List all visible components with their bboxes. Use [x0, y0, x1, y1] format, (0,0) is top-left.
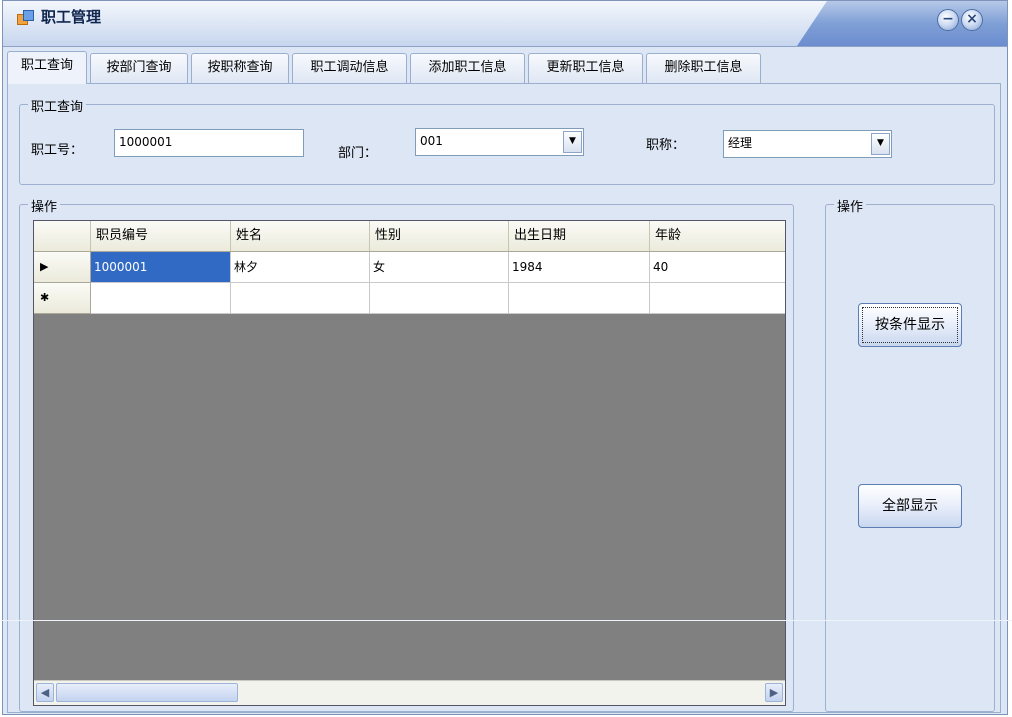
- close-icon[interactable]: ×: [961, 9, 983, 31]
- window-title: 职工管理: [41, 8, 102, 26]
- table-cell[interactable]: [370, 283, 509, 314]
- job-title-label: 职称：: [646, 138, 686, 153]
- tab-update-employee[interactable]: 更新职工信息: [528, 53, 643, 83]
- tab-employee-transfer[interactable]: 职工调动信息: [292, 53, 407, 83]
- column-header[interactable]: 职员编号: [91, 221, 231, 251]
- table-cell[interactable]: [231, 283, 370, 314]
- operations-group-right: 操作: [825, 196, 995, 712]
- minimize-icon[interactable]: −: [937, 9, 959, 31]
- table-cell[interactable]: 1000001: [91, 252, 231, 283]
- employee-management-window: 职工管理 − × 职工查询 按部门查询 按职称查询 职工调动信息 添加职工信息 …: [2, 0, 1008, 715]
- tab-query-by-title[interactable]: 按职称查询: [191, 53, 289, 83]
- table-cell[interactable]: 1984: [509, 252, 650, 283]
- divider-line: [0, 620, 1012, 621]
- row-header-new[interactable]: ✱: [34, 283, 91, 314]
- table-cell[interactable]: 女: [370, 252, 509, 283]
- group-legend-ops-left: 操作: [28, 196, 61, 215]
- tab-add-employee[interactable]: 添加职工信息: [410, 53, 525, 83]
- employee-no-input[interactable]: 1000001: [114, 129, 304, 157]
- table-row-new[interactable]: ✱: [34, 283, 785, 314]
- table-cell[interactable]: [509, 283, 650, 314]
- department-label: 部门：: [338, 146, 378, 161]
- column-header[interactable]: 年龄: [650, 221, 785, 251]
- arrow-left-icon[interactable]: ◀: [36, 683, 54, 702]
- horizontal-scrollbar[interactable]: ◀ ▶: [34, 680, 785, 705]
- table-row[interactable]: ▶ 1000001 林夕 女 1984 40: [34, 252, 785, 283]
- scrollbar-thumb[interactable]: [56, 683, 238, 702]
- tab-employee-query[interactable]: 职工查询: [7, 51, 87, 84]
- app-icon: [17, 10, 34, 25]
- column-header[interactable]: 出生日期: [509, 221, 650, 251]
- table-cell[interactable]: [91, 283, 231, 314]
- group-legend-ops-right: 操作: [834, 196, 867, 215]
- tab-delete-employee[interactable]: 删除职工信息: [646, 53, 761, 83]
- job-title-value: 经理: [728, 136, 753, 150]
- chevron-down-icon[interactable]: ▼: [871, 133, 890, 155]
- show-by-condition-button[interactable]: 按条件显示: [858, 303, 962, 347]
- department-value: 001: [420, 134, 443, 148]
- table-cell[interactable]: 40: [650, 252, 785, 283]
- column-header[interactable]: 姓名: [231, 221, 370, 251]
- show-all-button[interactable]: 全部显示: [858, 484, 962, 528]
- employee-no-label: 职工号：: [31, 143, 84, 158]
- title-bar: 职工管理 − ×: [3, 1, 1007, 47]
- chevron-down-icon[interactable]: ▼: [563, 131, 582, 153]
- job-title-select[interactable]: 经理 ▼: [723, 130, 892, 158]
- column-header[interactable]: 性别: [370, 221, 509, 251]
- group-legend-query: 职工查询: [28, 96, 87, 115]
- grid-header: 职员编号 姓名 性别 出生日期 年龄: [34, 221, 785, 252]
- row-header-current[interactable]: ▶: [34, 252, 91, 283]
- arrow-right-icon[interactable]: ▶: [765, 683, 783, 702]
- tab-query-by-department[interactable]: 按部门查询: [90, 53, 188, 83]
- table-cell[interactable]: 林夕: [231, 252, 370, 283]
- table-cell[interactable]: [650, 283, 785, 314]
- department-select[interactable]: 001 ▼: [415, 128, 584, 156]
- grid-corner: [34, 221, 91, 251]
- employee-data-grid[interactable]: 职员编号 姓名 性别 出生日期 年龄 ▶ 1000001 林夕 女 1984 4…: [33, 220, 786, 706]
